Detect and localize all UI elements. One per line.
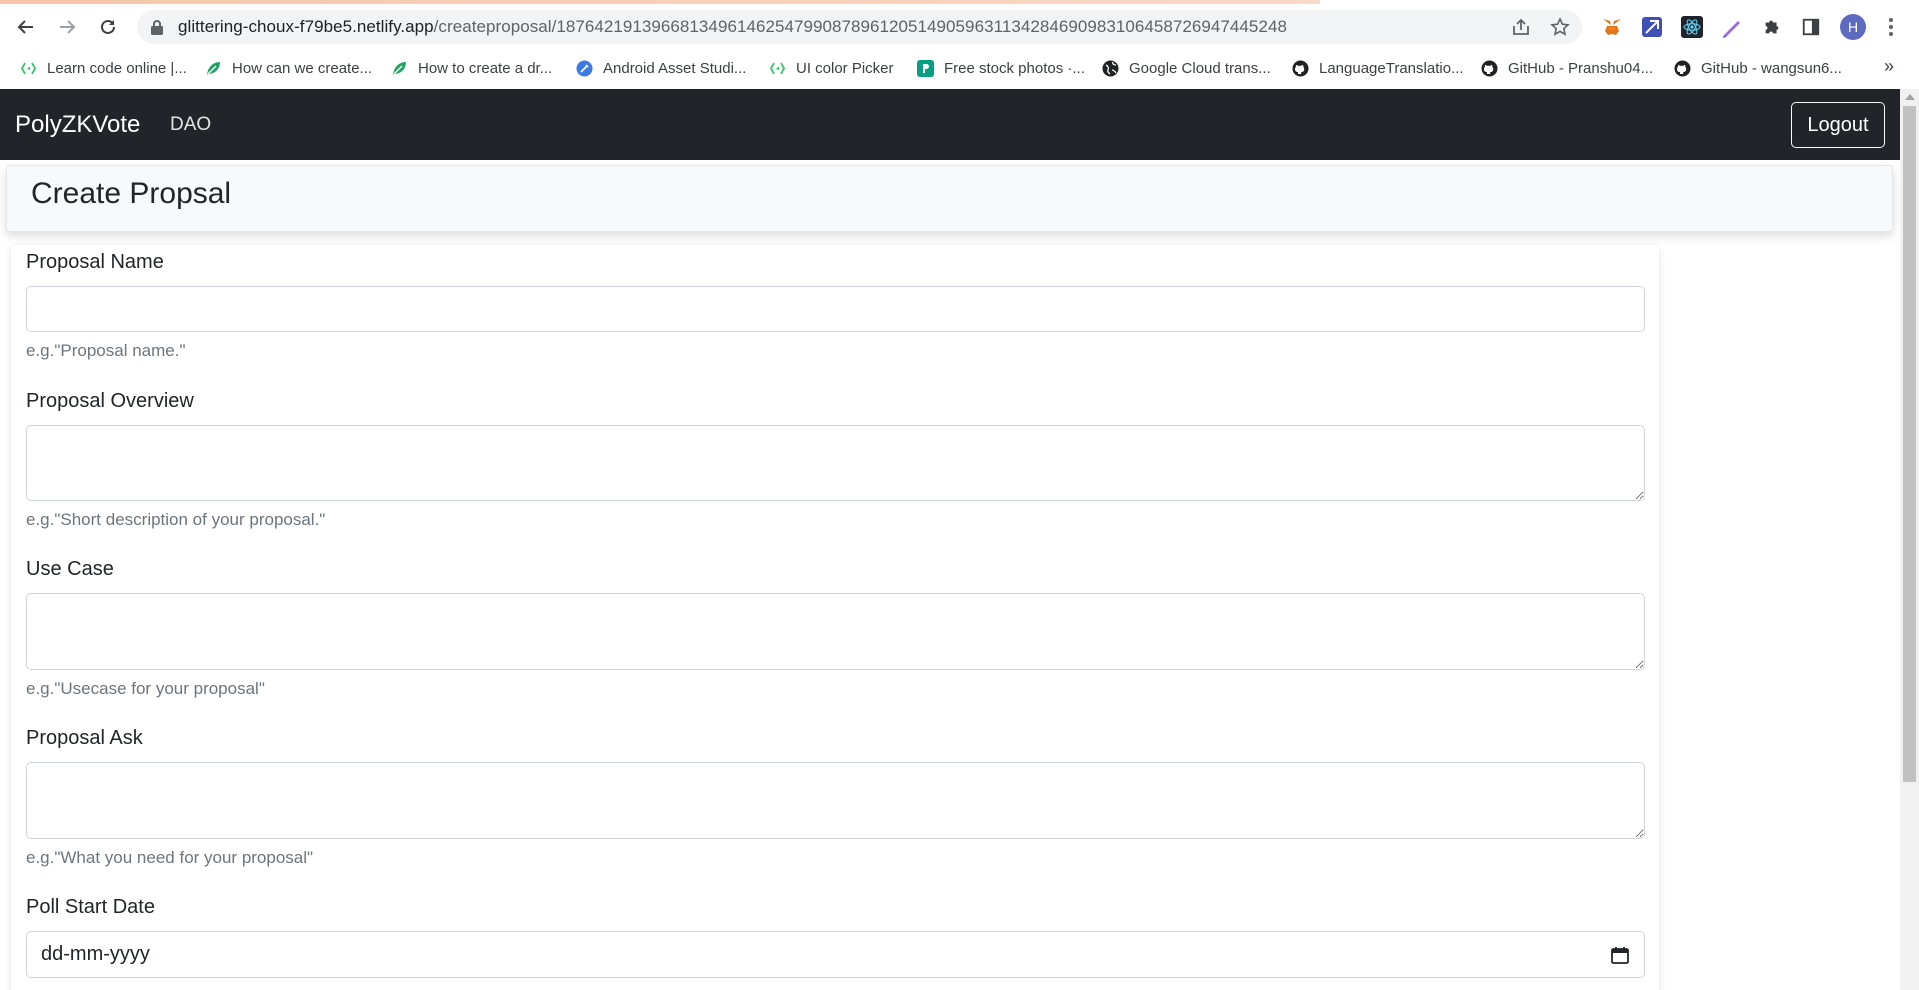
- browser-toolbar: glittering-choux-f79be5.netlify.app/crea…: [0, 6, 1919, 46]
- reload-icon: [101, 19, 115, 34]
- url-path: /createproposal/187642191396681349614625…: [433, 17, 1287, 36]
- proposal-ask-help: e.g."What you need for your proposal": [26, 848, 314, 867]
- address-bar[interactable]: glittering-choux-f79be5.netlify.app/crea…: [137, 10, 1582, 44]
- use-case-help: e.g."Usecase for your proposal": [26, 679, 265, 698]
- extension-icon-2[interactable]: [1641, 16, 1663, 38]
- bookmark-item[interactable]: GitHub - Pranshu04...: [1481, 56, 1653, 80]
- poll-start-date-label: Poll Start Date: [26, 896, 155, 918]
- page-header-card: Create Propsal: [6, 165, 1893, 232]
- bookmark-item[interactable]: How can we create...: [205, 56, 372, 80]
- proposal-overview-help: e.g."Short description of your proposal.…: [26, 510, 326, 529]
- bookmark-item[interactable]: GitHub - wangsun6...: [1674, 56, 1842, 80]
- brand-logo[interactable]: PolyZKVote: [15, 111, 140, 139]
- proposal-name-input[interactable]: [26, 286, 1645, 332]
- back-arrow-icon: [17, 20, 33, 34]
- logout-button[interactable]: Logout: [1791, 102, 1885, 148]
- bookmark-label: How can we create...: [232, 59, 373, 77]
- bookmark-label: How to create a dr...: [418, 59, 553, 77]
- proposal-name-help: e.g."Proposal name.": [26, 341, 186, 360]
- more-bookmarks-chevron-icon[interactable]: »: [1884, 56, 1894, 77]
- bookmark-item[interactable]: Google Cloud trans...: [1102, 56, 1271, 80]
- profile-avatar[interactable]: H: [1840, 14, 1866, 40]
- proposal-name-label: Proposal Name: [26, 251, 164, 273]
- bookmark-label: Learn code online |...: [47, 59, 187, 77]
- browser-menu-icon[interactable]: [1884, 16, 1898, 38]
- leaf-icon: [391, 60, 408, 77]
- proposal-form: Proposal Name e.g."Proposal name." Propo…: [11, 245, 1659, 990]
- url-host: glittering-choux-f79be5.netlify.app: [178, 17, 434, 36]
- back-button[interactable]: [11, 12, 41, 42]
- active-tab-strip: [0, 0, 1320, 4]
- forward-button[interactable]: [52, 12, 82, 42]
- scroll-up-arrow-icon[interactable]: [1905, 94, 1915, 100]
- page-title: Create Propsal: [31, 177, 232, 210]
- bookmark-label: UI color Picker: [796, 59, 894, 77]
- react-devtools-icon[interactable]: [1681, 16, 1703, 38]
- bookmark-item[interactable]: Learn code online |...: [20, 56, 187, 80]
- bookmark-item[interactable]: LanguageTranslatio...: [1292, 56, 1464, 80]
- share-icon[interactable]: [1511, 17, 1531, 37]
- github-icon: [1481, 60, 1498, 77]
- bookmark-star-icon[interactable]: [1550, 17, 1570, 37]
- use-case-label: Use Case: [26, 558, 114, 580]
- puzzle-extensions-icon[interactable]: [1761, 16, 1783, 38]
- globe-icon: [1102, 60, 1119, 77]
- bookmarks-bar: Learn code online |... How can we create…: [0, 52, 1919, 84]
- forward-arrow-icon: [60, 20, 76, 34]
- lock-icon: [151, 20, 163, 35]
- code-bracket-icon: [769, 60, 786, 77]
- proposal-ask-textarea[interactable]: [26, 762, 1645, 839]
- bookmark-label: LanguageTranslatio...: [1319, 59, 1464, 77]
- bookmark-label: GitHub - wangsun6...: [1701, 59, 1842, 77]
- leaf-icon: [205, 60, 222, 77]
- bookmark-item[interactable]: Android Asset Studi...: [576, 56, 746, 80]
- proposal-ask-label: Proposal Ask: [26, 727, 143, 749]
- top-navbar: PolyZKVote DAO Logout: [0, 89, 1900, 160]
- bookmark-item[interactable]: Free stock photos ·...: [917, 56, 1085, 80]
- page-viewport: PolyZKVote DAO Logout Create Propsal Pro…: [0, 89, 1919, 990]
- scrollbar-thumb[interactable]: [1903, 106, 1916, 782]
- use-case-textarea[interactable]: [26, 593, 1645, 670]
- metamask-extension-icon[interactable]: [1601, 16, 1623, 38]
- proposal-overview-label: Proposal Overview: [26, 390, 194, 412]
- bookmark-item[interactable]: How to create a dr...: [391, 56, 552, 80]
- github-icon: [1292, 60, 1309, 77]
- browser-chrome: glittering-choux-f79be5.netlify.app/crea…: [0, 0, 1919, 89]
- reload-button[interactable]: [93, 12, 123, 42]
- calendar-icon[interactable]: [1610, 945, 1630, 965]
- url-text: glittering-choux-f79be5.netlify.app/crea…: [178, 17, 1287, 37]
- side-panel-icon[interactable]: [1800, 16, 1822, 38]
- poll-start-date-input[interactable]: dd-mm-yyyy: [26, 931, 1645, 978]
- bookmark-label: GitHub - Pranshu04...: [1508, 59, 1654, 77]
- code-bracket-icon: [20, 60, 37, 77]
- github-icon: [1674, 60, 1691, 77]
- pexels-icon: [917, 59, 934, 77]
- date-placeholder: dd-mm-yyyy: [41, 943, 150, 965]
- bookmark-item[interactable]: UI color Picker: [769, 56, 894, 80]
- proposal-overview-textarea[interactable]: [26, 425, 1645, 501]
- bookmark-label: Android Asset Studi...: [603, 59, 747, 77]
- nav-link-dao[interactable]: DAO: [170, 114, 211, 136]
- pen-extension-icon[interactable]: [1721, 16, 1743, 38]
- android-studio-icon: [576, 60, 593, 77]
- bookmark-label: Google Cloud trans...: [1129, 59, 1271, 77]
- bookmark-label: Free stock photos ·...: [944, 59, 1085, 77]
